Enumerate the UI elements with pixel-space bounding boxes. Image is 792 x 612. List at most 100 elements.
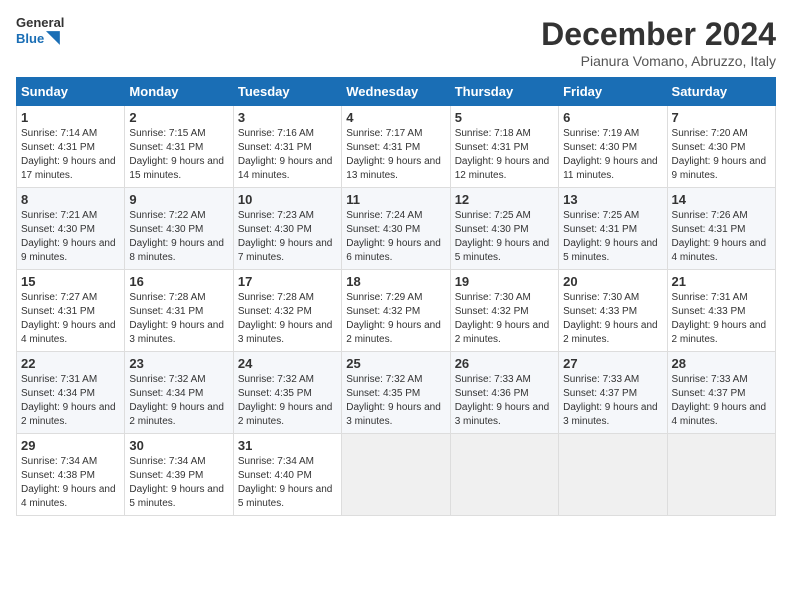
calendar-day-cell: 23 Sunrise: 7:32 AMSunset: 4:34 PMDaylig… [125,352,233,434]
calendar-day-cell: 10 Sunrise: 7:23 AMSunset: 4:30 PMDaylig… [233,188,341,270]
month-title: December 2024 [541,16,776,53]
day-of-week-header: Sunday [17,78,125,106]
calendar-week-row: 1 Sunrise: 7:14 AMSunset: 4:31 PMDayligh… [17,106,776,188]
day-number: 29 [21,438,120,453]
calendar-day-cell: 12 Sunrise: 7:25 AMSunset: 4:30 PMDaylig… [450,188,558,270]
day-number: 8 [21,192,120,207]
calendar-day-cell: 3 Sunrise: 7:16 AMSunset: 4:31 PMDayligh… [233,106,341,188]
calendar-day-cell: 14 Sunrise: 7:26 AMSunset: 4:31 PMDaylig… [667,188,775,270]
day-info: Sunrise: 7:29 AMSunset: 4:32 PMDaylight:… [346,291,445,347]
calendar-day-cell [559,434,667,516]
day-info: Sunrise: 7:34 AMSunset: 4:38 PMDaylight:… [21,455,120,511]
logo: General Blue [16,16,60,60]
day-number: 3 [238,110,337,125]
day-info: Sunrise: 7:27 AMSunset: 4:31 PMDaylight:… [21,291,120,347]
day-number: 28 [672,356,771,371]
day-info: Sunrise: 7:33 AMSunset: 4:37 PMDaylight:… [672,373,771,429]
logo-triangle-icon [46,30,60,46]
calendar-day-cell: 16 Sunrise: 7:28 AMSunset: 4:31 PMDaylig… [125,270,233,352]
day-info: Sunrise: 7:28 AMSunset: 4:31 PMDaylight:… [129,291,228,347]
day-info: Sunrise: 7:24 AMSunset: 4:30 PMDaylight:… [346,209,445,265]
day-info: Sunrise: 7:32 AMSunset: 4:35 PMDaylight:… [346,373,445,429]
day-info: Sunrise: 7:16 AMSunset: 4:31 PMDaylight:… [238,127,337,183]
day-info: Sunrise: 7:33 AMSunset: 4:37 PMDaylight:… [563,373,662,429]
calendar-day-cell: 6 Sunrise: 7:19 AMSunset: 4:30 PMDayligh… [559,106,667,188]
day-info: Sunrise: 7:23 AMSunset: 4:30 PMDaylight:… [238,209,337,265]
day-number: 25 [346,356,445,371]
day-info: Sunrise: 7:31 AMSunset: 4:34 PMDaylight:… [21,373,120,429]
day-info: Sunrise: 7:25 AMSunset: 4:30 PMDaylight:… [455,209,554,265]
logo-blue-text: Blue [16,31,44,46]
calendar-day-cell: 17 Sunrise: 7:28 AMSunset: 4:32 PMDaylig… [233,270,341,352]
logo-graphic: General Blue [16,16,60,60]
day-info: Sunrise: 7:21 AMSunset: 4:30 PMDaylight:… [21,209,120,265]
calendar-day-cell: 13 Sunrise: 7:25 AMSunset: 4:31 PMDaylig… [559,188,667,270]
day-number: 31 [238,438,337,453]
calendar-day-cell: 30 Sunrise: 7:34 AMSunset: 4:39 PMDaylig… [125,434,233,516]
calendar-day-cell: 29 Sunrise: 7:34 AMSunset: 4:38 PMDaylig… [17,434,125,516]
day-number: 30 [129,438,228,453]
day-info: Sunrise: 7:15 AMSunset: 4:31 PMDaylight:… [129,127,228,183]
day-number: 6 [563,110,662,125]
header-row: SundayMondayTuesdayWednesdayThursdayFrid… [17,78,776,106]
day-number: 14 [672,192,771,207]
logo-general-text: General [16,16,60,30]
day-of-week-header: Saturday [667,78,775,106]
day-info: Sunrise: 7:19 AMSunset: 4:30 PMDaylight:… [563,127,662,183]
calendar-day-cell: 25 Sunrise: 7:32 AMSunset: 4:35 PMDaylig… [342,352,450,434]
day-info: Sunrise: 7:26 AMSunset: 4:31 PMDaylight:… [672,209,771,265]
day-info: Sunrise: 7:20 AMSunset: 4:30 PMDaylight:… [672,127,771,183]
calendar-day-cell [342,434,450,516]
calendar-day-cell [450,434,558,516]
day-number: 1 [21,110,120,125]
day-info: Sunrise: 7:22 AMSunset: 4:30 PMDaylight:… [129,209,228,265]
day-of-week-header: Monday [125,78,233,106]
day-info: Sunrise: 7:30 AMSunset: 4:33 PMDaylight:… [563,291,662,347]
calendar-day-cell: 21 Sunrise: 7:31 AMSunset: 4:33 PMDaylig… [667,270,775,352]
calendar-week-row: 8 Sunrise: 7:21 AMSunset: 4:30 PMDayligh… [17,188,776,270]
day-of-week-header: Friday [559,78,667,106]
day-info: Sunrise: 7:18 AMSunset: 4:31 PMDaylight:… [455,127,554,183]
day-info: Sunrise: 7:32 AMSunset: 4:35 PMDaylight:… [238,373,337,429]
day-info: Sunrise: 7:31 AMSunset: 4:33 PMDaylight:… [672,291,771,347]
day-number: 4 [346,110,445,125]
calendar-day-cell: 11 Sunrise: 7:24 AMSunset: 4:30 PMDaylig… [342,188,450,270]
logo-container: General Blue [16,16,60,60]
calendar-day-cell: 24 Sunrise: 7:32 AMSunset: 4:35 PMDaylig… [233,352,341,434]
calendar-day-cell: 20 Sunrise: 7:30 AMSunset: 4:33 PMDaylig… [559,270,667,352]
day-number: 7 [672,110,771,125]
day-number: 15 [21,274,120,289]
day-number: 18 [346,274,445,289]
day-number: 11 [346,192,445,207]
calendar-day-cell: 2 Sunrise: 7:15 AMSunset: 4:31 PMDayligh… [125,106,233,188]
day-info: Sunrise: 7:14 AMSunset: 4:31 PMDaylight:… [21,127,120,183]
calendar-week-row: 29 Sunrise: 7:34 AMSunset: 4:38 PMDaylig… [17,434,776,516]
calendar-day-cell: 19 Sunrise: 7:30 AMSunset: 4:32 PMDaylig… [450,270,558,352]
calendar-day-cell: 5 Sunrise: 7:18 AMSunset: 4:31 PMDayligh… [450,106,558,188]
calendar-day-cell: 26 Sunrise: 7:33 AMSunset: 4:36 PMDaylig… [450,352,558,434]
day-number: 27 [563,356,662,371]
day-number: 13 [563,192,662,207]
day-number: 23 [129,356,228,371]
calendar-week-row: 22 Sunrise: 7:31 AMSunset: 4:34 PMDaylig… [17,352,776,434]
calendar-day-cell: 15 Sunrise: 7:27 AMSunset: 4:31 PMDaylig… [17,270,125,352]
day-info: Sunrise: 7:34 AMSunset: 4:39 PMDaylight:… [129,455,228,511]
day-number: 19 [455,274,554,289]
day-info: Sunrise: 7:28 AMSunset: 4:32 PMDaylight:… [238,291,337,347]
title-block: December 2024 Pianura Vomano, Abruzzo, I… [541,16,776,69]
day-of-week-header: Thursday [450,78,558,106]
calendar-day-cell: 1 Sunrise: 7:14 AMSunset: 4:31 PMDayligh… [17,106,125,188]
calendar-day-cell: 28 Sunrise: 7:33 AMSunset: 4:37 PMDaylig… [667,352,775,434]
day-number: 26 [455,356,554,371]
day-info: Sunrise: 7:34 AMSunset: 4:40 PMDaylight:… [238,455,337,511]
day-number: 17 [238,274,337,289]
day-of-week-header: Tuesday [233,78,341,106]
day-number: 10 [238,192,337,207]
day-info: Sunrise: 7:30 AMSunset: 4:32 PMDaylight:… [455,291,554,347]
calendar-table: SundayMondayTuesdayWednesdayThursdayFrid… [16,77,776,516]
calendar-week-row: 15 Sunrise: 7:27 AMSunset: 4:31 PMDaylig… [17,270,776,352]
day-number: 22 [21,356,120,371]
calendar-day-cell [667,434,775,516]
day-info: Sunrise: 7:32 AMSunset: 4:34 PMDaylight:… [129,373,228,429]
calendar-day-cell: 31 Sunrise: 7:34 AMSunset: 4:40 PMDaylig… [233,434,341,516]
